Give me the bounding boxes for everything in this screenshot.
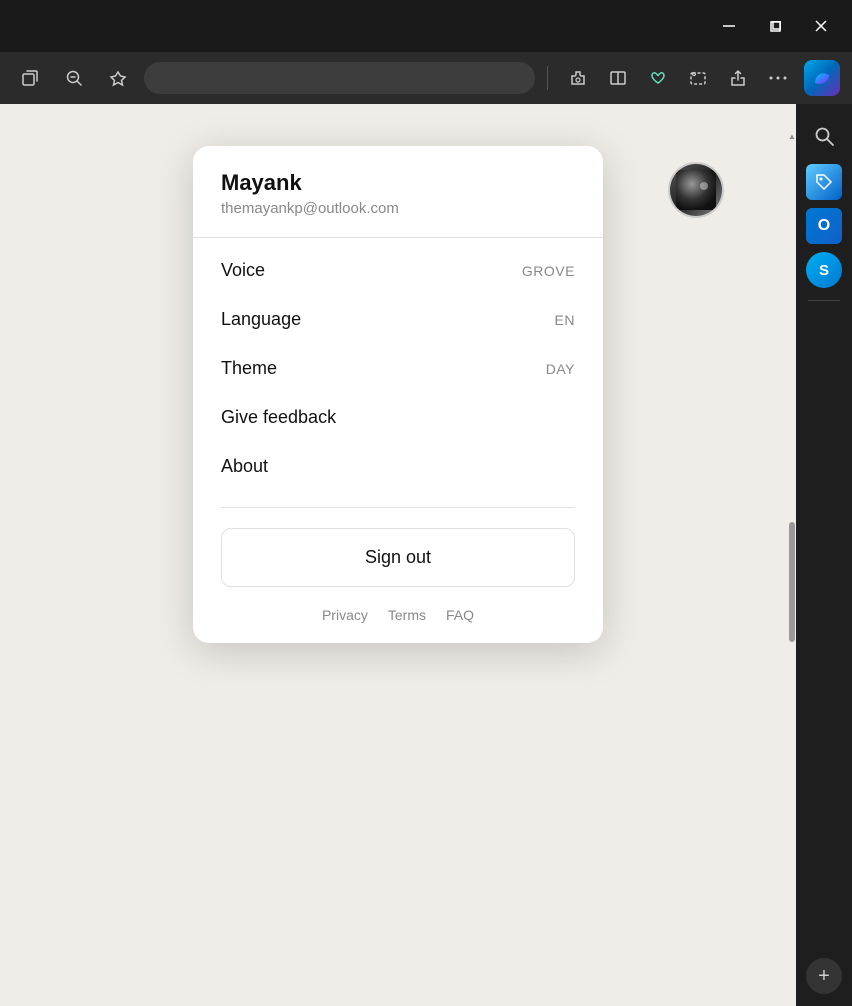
split-view-button[interactable] bbox=[600, 60, 636, 96]
avatar-image bbox=[670, 164, 722, 216]
about-label: About bbox=[221, 456, 268, 477]
privacy-link[interactable]: Privacy bbox=[322, 607, 368, 623]
voice-label: Voice bbox=[221, 260, 265, 281]
main-content: Mayank themayankp@outlook.com Voice GROV… bbox=[0, 104, 796, 1006]
voice-value: GROVE bbox=[522, 263, 575, 279]
menu-username: Mayank bbox=[221, 170, 575, 196]
heart-button[interactable] bbox=[640, 60, 676, 96]
language-label: Language bbox=[221, 309, 301, 330]
outlook-letter: O bbox=[818, 217, 830, 235]
theme-menu-item[interactable]: Theme DAY bbox=[193, 344, 603, 393]
menu-email: themayankp@outlook.com bbox=[221, 200, 575, 217]
give-feedback-menu-item[interactable]: Give feedback bbox=[193, 393, 603, 442]
toolbar-separator bbox=[547, 66, 548, 90]
copilot-sidebar: O S + bbox=[796, 104, 852, 1006]
faq-link[interactable]: FAQ bbox=[446, 607, 474, 623]
close-button[interactable] bbox=[798, 10, 844, 42]
address-bar[interactable] bbox=[144, 62, 535, 94]
bookmark-button[interactable] bbox=[100, 60, 136, 96]
user-dropdown-menu: Mayank themayankp@outlook.com Voice GROV… bbox=[193, 146, 603, 643]
add-icon: + bbox=[818, 965, 830, 988]
language-menu-item[interactable]: Language EN bbox=[193, 295, 603, 344]
sidebar-search-icon[interactable] bbox=[804, 116, 844, 156]
maximize-button[interactable] bbox=[752, 10, 798, 42]
sidebar-skype-icon[interactable]: S bbox=[806, 252, 842, 288]
menu-items: Voice GROVE Language EN Theme DAY Give f… bbox=[193, 238, 603, 499]
more-button[interactable] bbox=[760, 60, 796, 96]
window-controls bbox=[706, 10, 844, 42]
user-avatar[interactable] bbox=[668, 162, 724, 218]
language-value: EN bbox=[555, 312, 575, 328]
scrollbar-thumb[interactable] bbox=[789, 522, 795, 642]
browser-toolbar bbox=[0, 52, 852, 104]
menu-header: Mayank themayankp@outlook.com bbox=[193, 170, 603, 238]
sign-out-button[interactable]: Sign out bbox=[221, 528, 575, 587]
theme-value: DAY bbox=[546, 361, 575, 377]
menu-footer: Privacy Terms FAQ bbox=[193, 603, 603, 623]
sidebar-tag-icon[interactable] bbox=[806, 164, 842, 200]
copilot-icon[interactable] bbox=[804, 60, 840, 96]
minimize-button[interactable] bbox=[706, 10, 752, 42]
zoom-out-button[interactable] bbox=[56, 60, 92, 96]
open-tab-button[interactable] bbox=[12, 60, 48, 96]
scroll-up-arrow[interactable]: ▲ bbox=[788, 130, 796, 142]
voice-menu-item[interactable]: Voice GROVE bbox=[193, 246, 603, 295]
about-menu-item[interactable]: About bbox=[193, 442, 603, 491]
toolbar-right bbox=[560, 60, 796, 96]
menu-divider-2 bbox=[221, 507, 575, 508]
snip-button[interactable] bbox=[680, 60, 716, 96]
extensions-button[interactable] bbox=[560, 60, 596, 96]
terms-link[interactable]: Terms bbox=[388, 607, 426, 623]
theme-label: Theme bbox=[221, 358, 277, 379]
share-button[interactable] bbox=[720, 60, 756, 96]
sidebar-add-button[interactable]: + bbox=[806, 958, 842, 994]
scrollbar-track: ▲ bbox=[788, 130, 796, 730]
skype-letter: S bbox=[819, 262, 829, 279]
give-feedback-label: Give feedback bbox=[221, 407, 336, 428]
title-bar bbox=[0, 0, 852, 52]
sidebar-outlook-icon[interactable]: O bbox=[806, 208, 842, 244]
sidebar-divider bbox=[808, 300, 840, 301]
